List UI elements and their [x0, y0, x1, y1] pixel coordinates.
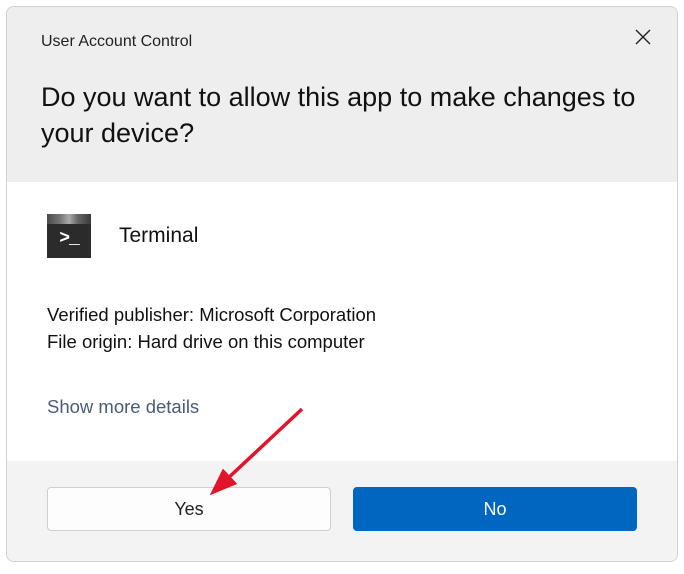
close-icon	[635, 29, 651, 45]
yes-button[interactable]: Yes	[47, 487, 331, 531]
terminal-icon: >_	[47, 214, 91, 258]
show-more-details-link[interactable]: Show more details	[47, 396, 199, 418]
dialog-header: User Account Control Do you want to allo…	[7, 7, 677, 182]
dialog-question: Do you want to allow this app to make ch…	[41, 79, 643, 152]
dialog-body: >_ Terminal Verified publisher: Microsof…	[7, 182, 677, 461]
uac-dialog: User Account Control Do you want to allo…	[6, 6, 678, 562]
origin-info: File origin: Hard drive on this computer	[47, 329, 637, 356]
no-button[interactable]: No	[353, 487, 637, 531]
close-button[interactable]	[627, 21, 659, 53]
dialog-title: User Account Control	[41, 33, 643, 51]
app-name: Terminal	[119, 224, 198, 248]
dialog-footer: Yes No	[7, 461, 677, 561]
app-row: >_ Terminal	[47, 214, 637, 258]
publisher-info: Verified publisher: Microsoft Corporatio…	[47, 302, 637, 329]
